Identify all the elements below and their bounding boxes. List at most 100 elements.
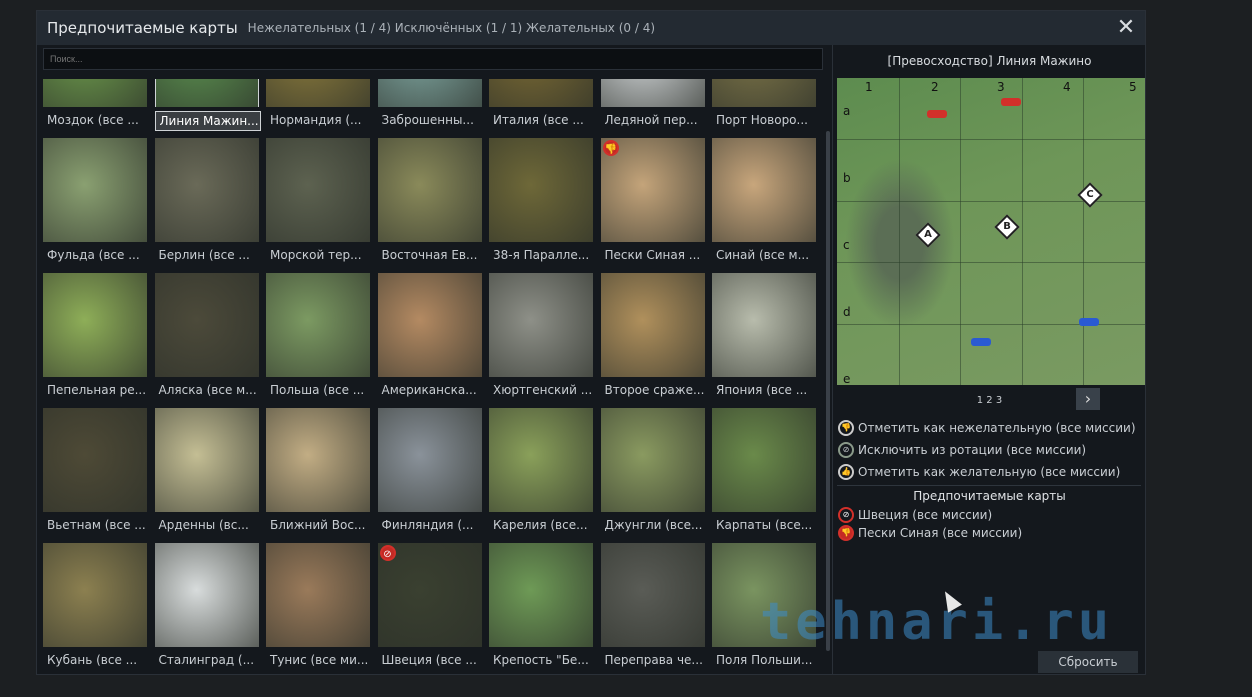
grid-line <box>837 139 1145 141</box>
map-thumbnail <box>43 543 147 647</box>
reset-button[interactable]: Сбросить <box>1038 651 1138 673</box>
map-tile[interactable]: Япония (все ... <box>706 273 818 408</box>
next-page-button[interactable]: › <box>1076 388 1100 410</box>
map-tile[interactable]: Фульда (все ... <box>37 138 149 273</box>
map-label: Ближний Вос... <box>270 518 366 532</box>
map-label: Переправа че... <box>604 653 703 667</box>
map-thumbnail <box>43 138 147 242</box>
map-tile[interactable]: Вьетнам (все ... <box>37 408 149 543</box>
banned-badge-icon: ⊘ <box>379 545 396 561</box>
map-thumbnail <box>154 543 259 647</box>
map-tile[interactable]: Тунис (все ми... <box>260 543 372 676</box>
map-label: Вьетнам (все ... <box>47 518 146 532</box>
pref-item[interactable]: 👎 Пески Синая (все миссии) <box>838 525 1022 541</box>
map-thumbnail <box>377 138 482 242</box>
map-grid: Моздок (все ... Линия Мажин... Нормандия (… <box>37 79 829 676</box>
map-tile[interactable]: Италия (все ... <box>483 79 595 138</box>
map-tile[interactable]: 👎 Пески Синая ... <box>595 138 707 273</box>
map-label: Тунис (все ми... <box>270 653 369 667</box>
map-tile[interactable]: Джунгли (все... <box>595 408 707 543</box>
grid-line <box>1021 78 1023 385</box>
map-tile[interactable]: Второе сраже... <box>595 273 707 408</box>
map-label: Заброшенны... <box>381 113 474 127</box>
map-label: Италия (все ... <box>493 113 584 127</box>
map-label: Пепельная ре... <box>47 383 147 397</box>
preview-title: [Превосходство] Линия Мажино <box>887 54 1092 68</box>
map-tile[interactable]: Линия Мажин... <box>149 79 261 138</box>
map-label: Порт Новоро... <box>716 113 808 127</box>
close-icon[interactable]: ✕ <box>1113 15 1139 41</box>
map-tile[interactable]: Синай (все м... <box>706 138 818 273</box>
map-tile[interactable]: Крепость "Бе... <box>483 543 595 676</box>
map-thumbnail <box>266 138 370 242</box>
preferred-maps-window: Предпочитаемые карты Нежелательных (1 / … <box>36 10 1146 675</box>
col-label: 2 <box>931 80 939 94</box>
map-tile[interactable]: Порт Новоро... <box>706 79 818 138</box>
map-tile[interactable]: Заброшенны... <box>372 79 484 138</box>
map-label: Берлин (все ... <box>158 248 250 262</box>
row-label: c <box>843 238 850 252</box>
map-tile[interactable]: Аляска (все м... <box>149 273 261 408</box>
map-tile[interactable]: ⊘ Швеция (все ... <box>372 543 484 676</box>
dislike-badge-icon: 👎 <box>602 140 619 156</box>
map-thumbnail <box>43 79 147 107</box>
map-label: Аляска (все м... <box>158 383 257 397</box>
map-tile[interactable]: Нормандия (... <box>260 79 372 138</box>
like-icon: 👍 <box>838 464 854 480</box>
grid-line <box>1083 78 1085 385</box>
red-spawn-icon <box>1001 98 1021 106</box>
map-tile[interactable]: Кубань (все ... <box>37 543 149 676</box>
map-tile[interactable]: Польша (все ... <box>260 273 372 408</box>
blue-spawn-icon <box>1079 318 1099 326</box>
map-tile[interactable]: Пепельная ре... <box>37 273 149 408</box>
map-tile[interactable]: Американска... <box>372 273 484 408</box>
map-thumbnail <box>154 138 259 242</box>
col-label: 1 <box>865 80 873 94</box>
dislike-icon: 👎 <box>838 420 854 436</box>
map-tile[interactable]: Восточная Ев... <box>372 138 484 273</box>
map-tile[interactable]: Карелия (все... <box>483 408 595 543</box>
map-thumbnail <box>154 79 259 107</box>
map-tile[interactable]: Ближний Вос... <box>260 408 372 543</box>
map-thumbnail <box>712 273 816 377</box>
search-input[interactable] <box>43 48 823 70</box>
map-tile[interactable]: Моздок (все ... <box>37 79 149 138</box>
map-thumbnail <box>489 273 593 377</box>
map-tile[interactable]: Морской тер... <box>260 138 372 273</box>
map-label: Второе сраже... <box>604 383 705 397</box>
action-like[interactable]: 👍 Отметить как желательную (все миссии) <box>838 464 1120 480</box>
red-spawn-icon <box>927 110 947 118</box>
divider <box>837 485 1141 486</box>
map-tile[interactable]: Карпаты (все... <box>706 408 818 543</box>
map-tile[interactable]: Арденны (вс... <box>149 408 261 543</box>
prefs-title: Предпочитаемые карты <box>913 489 1066 503</box>
pref-item[interactable]: ⊘ Швеция (все миссии) <box>838 507 992 523</box>
map-tile[interactable]: Ледяной пер... <box>595 79 707 138</box>
map-label: Моздок (все ... <box>47 113 139 127</box>
map-preview-panel: [Превосходство] Линия Мажино 12345abcdeA… <box>832 45 1146 675</box>
ban-icon: ⊘ <box>838 442 854 458</box>
map-tile[interactable]: Хюртгенский ... <box>483 273 595 408</box>
map-tile[interactable]: Переправа че... <box>595 543 707 676</box>
map-tile[interactable]: Финляндия (... <box>372 408 484 543</box>
map-label: Синай (все м... <box>716 248 810 262</box>
map-thumbnail <box>600 543 705 647</box>
map-label: Польша (все ... <box>270 383 365 397</box>
action-ban[interactable]: ⊘ Исключить из ротации (все миссии) <box>838 442 1086 458</box>
capture-point: C <box>1077 182 1103 208</box>
grid-line <box>837 200 1145 202</box>
action-dislike[interactable]: 👎 Отметить как нежелательную (все миссии) <box>838 420 1136 436</box>
map-thumbnail <box>600 273 705 377</box>
map-label: Крепость "Бе... <box>493 653 589 667</box>
map-thumbnail <box>712 79 816 107</box>
map-label: Поля Польши... <box>716 653 813 667</box>
scrollbar[interactable] <box>826 131 830 651</box>
map-label: Сталинград (... <box>158 653 255 667</box>
map-label: Арденны (вс... <box>158 518 249 532</box>
map-tile[interactable]: Берлин (все ... <box>149 138 261 273</box>
counts: Нежелательных (1 / 4) Исключённых (1 / 1… <box>247 21 656 35</box>
map-tile[interactable]: 38-я Паралле... <box>483 138 595 273</box>
map-label: Джунгли (все... <box>604 518 703 532</box>
map-label: Фульда (все ... <box>47 248 140 262</box>
map-tile[interactable]: Сталинград (... <box>149 543 261 676</box>
